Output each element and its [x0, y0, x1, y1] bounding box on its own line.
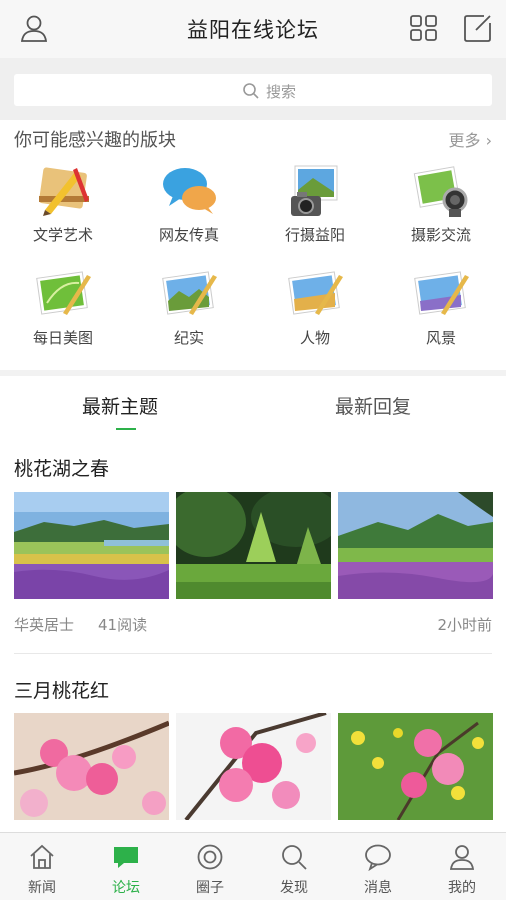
post-image[interactable] — [14, 492, 169, 599]
grid-icon[interactable] — [408, 12, 440, 44]
board-item-people[interactable]: 人物 — [252, 263, 378, 363]
circle-icon — [197, 844, 223, 870]
nav-label: 新闻 — [28, 880, 56, 896]
nav-discover[interactable]: 发现 — [252, 833, 336, 900]
post-image[interactable] — [176, 492, 331, 599]
forum-bubble-icon — [114, 847, 138, 868]
search-area: 搜索 — [0, 58, 506, 120]
top-bar: 益阳在线论坛 — [0, 0, 506, 58]
board-item-literature[interactable]: 文学艺术 — [0, 160, 126, 260]
board-label: 风景 — [425, 329, 456, 347]
more-link[interactable]: 更多 › — [449, 127, 493, 151]
active-tab-indicator — [116, 428, 136, 430]
search-input[interactable]: 搜索 — [14, 74, 492, 106]
post-author[interactable]: 华英居士 — [14, 614, 74, 635]
board-item-documentary[interactable]: 纪实 — [126, 263, 252, 363]
board-label: 摄影交流 — [410, 226, 471, 244]
board-item-netfax[interactable]: 网友传真 — [126, 160, 252, 260]
tab-latest-replies[interactable]: 最新回复 — [335, 392, 411, 419]
divider — [14, 653, 492, 654]
board-item-photo-exchange[interactable]: 摄影交流 — [378, 160, 504, 260]
interest-section: 你可能感兴趣的版块 更多 › 文学艺术 网友传真 行摄益阳 摄影交流 每日美图 … — [0, 120, 506, 370]
board-label: 行摄益阳 — [284, 226, 345, 244]
search-placeholder: 搜索 — [266, 83, 297, 101]
nav-label: 论坛 — [112, 880, 140, 896]
board-item-yiyang-photo[interactable]: 行摄益阳 — [252, 160, 378, 260]
board-label: 纪实 — [173, 329, 204, 347]
nav-label: 消息 — [364, 880, 392, 896]
nav-forum[interactable]: 论坛 — [84, 833, 168, 900]
post-image[interactable] — [338, 492, 493, 599]
post-title[interactable]: 三月桃花红 — [14, 676, 109, 703]
nav-label: 圈子 — [196, 880, 224, 896]
house-icon — [30, 844, 54, 869]
post-image[interactable] — [338, 713, 493, 820]
nav-mine[interactable]: 我的 — [420, 833, 504, 900]
tab-latest-topics[interactable]: 最新主题 — [82, 392, 158, 419]
leaf-picture-icon — [36, 271, 91, 315]
camera-photo-icon — [291, 165, 338, 216]
chat-bubbles-icon — [163, 168, 216, 214]
user-icon — [449, 845, 475, 870]
feed-tabs: 最新主题 最新回复 — [0, 376, 506, 432]
compose-icon[interactable] — [462, 12, 494, 44]
board-label: 文学艺术 — [32, 226, 93, 244]
nav-circle[interactable]: 圈子 — [168, 833, 252, 900]
nav-label: 发现 — [280, 880, 308, 896]
bottom-nav: 新闻 论坛 圈子 发现 消息 我的 — [0, 832, 506, 900]
section-heading: 你可能感兴趣的版块 — [14, 130, 176, 151]
search-icon — [243, 83, 259, 99]
post-image[interactable] — [176, 713, 331, 820]
board-label: 人物 — [299, 329, 330, 347]
feed-section: 最新主题 最新回复 桃花湖之春 华英居士 41阅读 2小时前 三月桃花红 — [0, 376, 506, 832]
landscape-picture-icon — [288, 271, 343, 315]
board-item-scenery[interactable]: 风景 — [378, 263, 504, 363]
pencil-ruler-icon — [39, 167, 89, 216]
message-icon — [365, 844, 391, 871]
landscape-picture-icon — [162, 271, 217, 315]
landscape-picture-icon — [414, 271, 469, 315]
more-label: 更多 — [448, 131, 481, 150]
post-image[interactable] — [14, 713, 169, 820]
board-item-daily-photo[interactable]: 每日美图 — [0, 263, 126, 363]
lens-photo-icon — [413, 166, 468, 217]
chevron-right-icon: › — [480, 131, 492, 150]
post-title[interactable]: 桃花湖之春 — [14, 454, 109, 481]
board-label: 每日美图 — [32, 329, 93, 347]
board-label: 网友传真 — [158, 226, 219, 244]
nav-label: 我的 — [448, 880, 476, 896]
search-icon — [282, 845, 307, 870]
post-reads: 41阅读 — [98, 616, 148, 634]
post-time: 2小时前 — [437, 616, 492, 634]
nav-news[interactable]: 新闻 — [0, 833, 84, 900]
nav-messages[interactable]: 消息 — [336, 833, 420, 900]
